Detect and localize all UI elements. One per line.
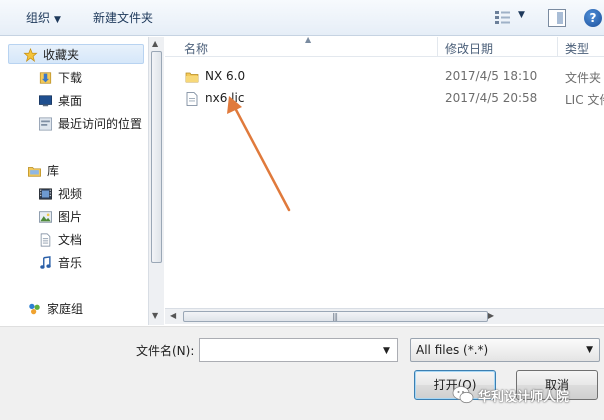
nav-scroll-thumb[interactable] <box>151 51 162 263</box>
column-name[interactable]: 名称 <box>184 40 208 57</box>
bottom-panel: 文件名(N): ▼ All files (*.*) ▼ 打开(O) 取消 <box>0 326 604 420</box>
downloads-icon <box>39 72 52 84</box>
nav-label-downloads: 下载 <box>58 71 83 85</box>
nav-item-libraries[interactable]: 库 <box>27 161 144 181</box>
help-button[interactable]: ? <box>584 9 602 27</box>
nav-item-downloads[interactable]: 下载 <box>38 68 144 88</box>
file-row-folder[interactable]: NX 6.0 2017/4/5 18:10 文件夹 <box>165 67 604 87</box>
nav-vertical-scrollbar[interactable]: ▲ ▼ <box>148 37 164 325</box>
music-icon <box>40 256 51 269</box>
filename-label: 文件名(N): <box>136 344 195 358</box>
nav-item-desktop[interactable]: 桌面 <box>38 91 144 111</box>
chevron-down-icon: ▼ <box>54 15 61 25</box>
file-name: nx6.lic <box>205 91 245 105</box>
file-name: NX 6.0 <box>205 69 246 83</box>
documents-icon <box>40 233 51 247</box>
wechat-icon <box>452 386 474 404</box>
organize-button[interactable]: 组织 ▼ <box>26 9 61 27</box>
desktop-icon <box>39 95 52 107</box>
file-date: 2017/4/5 18:10 <box>445 69 538 83</box>
scroll-right-icon[interactable]: ▶ <box>488 311 494 320</box>
recent-places-icon <box>39 117 52 131</box>
document-icon <box>186 92 198 106</box>
scroll-left-icon[interactable]: ◀ <box>170 311 176 320</box>
nav-label-desktop: 桌面 <box>58 94 83 108</box>
view-dropdown-icon[interactable]: ▼ <box>518 10 525 20</box>
toolbar: 组织 ▼ 新建文件夹 ▼ ? <box>0 0 604 36</box>
scroll-up-icon[interactable]: ▲ <box>152 39 158 48</box>
file-row-lic[interactable]: nx6.lic 2017/4/5 20:58 LIC 文件 <box>165 89 604 109</box>
folder-icon <box>185 72 199 83</box>
nav-item-music[interactable]: 音乐 <box>38 253 144 273</box>
view-options-icon[interactable] <box>494 10 512 26</box>
nav-item-documents[interactable]: 文档 <box>38 230 144 250</box>
scroll-grip-icon: ||| <box>332 312 338 321</box>
libraries-icon <box>28 167 41 177</box>
horizontal-scroll-thumb[interactable]: ||| <box>183 311 488 322</box>
navigation-pane: 收藏夹 下载 桌面 最近访问的位置 库 视频 图片 文档 音乐 家庭组 <box>0 37 148 325</box>
column-date-modified[interactable]: 修改日期 <box>445 40 493 57</box>
preview-pane-button[interactable] <box>548 9 566 27</box>
homegroup-icon <box>29 303 40 315</box>
nav-item-recent[interactable]: 最近访问的位置 <box>38 114 144 134</box>
file-list: ▲ 名称 修改日期 类型 NX 6.0 2017/4/5 18:10 文件夹 n… <box>165 35 604 307</box>
nav-label-homegroup: 家庭组 <box>47 302 84 316</box>
new-folder-button[interactable]: 新建文件夹 <box>93 9 153 27</box>
file-type: LIC 文件 <box>565 93 604 107</box>
filetype-select[interactable]: All files (*.*) ▼ <box>410 338 600 362</box>
nav-label-recent: 最近访问的位置 <box>58 117 143 131</box>
nav-item-favorites[interactable]: 收藏夹 <box>8 44 144 64</box>
column-divider[interactable] <box>557 37 558 57</box>
nav-item-homegroup[interactable]: 家庭组 <box>27 299 144 319</box>
organize-label: 组织 <box>26 11 51 25</box>
file-list-horizontal-scrollbar[interactable]: ◀ ||| ▶ <box>165 308 604 324</box>
nav-label-documents: 文档 <box>58 233 83 247</box>
nav-label-pictures: 图片 <box>58 210 83 224</box>
nav-label-videos: 视频 <box>58 187 83 201</box>
nav-label-favorites: 收藏夹 <box>43 48 80 62</box>
nav-item-videos[interactable]: 视频 <box>38 184 144 204</box>
scroll-down-icon[interactable]: ▼ <box>152 311 158 320</box>
nav-label-libraries: 库 <box>47 164 60 178</box>
filetype-value: All files (*.*) <box>416 343 489 357</box>
filename-input[interactable] <box>199 338 398 362</box>
star-icon <box>23 48 38 62</box>
filename-dropdown-icon[interactable]: ▼ <box>383 346 390 356</box>
video-icon <box>39 188 52 200</box>
chevron-down-icon: ▼ <box>586 345 593 355</box>
column-header-row: ▲ 名称 修改日期 类型 <box>165 35 604 57</box>
file-date: 2017/4/5 20:58 <box>445 91 538 105</box>
pictures-icon <box>39 211 52 223</box>
file-type: 文件夹 <box>565 71 602 85</box>
watermark-text: 华利设计师人院 <box>478 390 570 405</box>
column-type[interactable]: 类型 <box>565 40 589 57</box>
nav-label-music: 音乐 <box>58 256 83 270</box>
column-divider[interactable] <box>437 37 438 57</box>
sort-ascending-icon: ▲ <box>305 35 312 44</box>
nav-item-pictures[interactable]: 图片 <box>38 207 144 227</box>
